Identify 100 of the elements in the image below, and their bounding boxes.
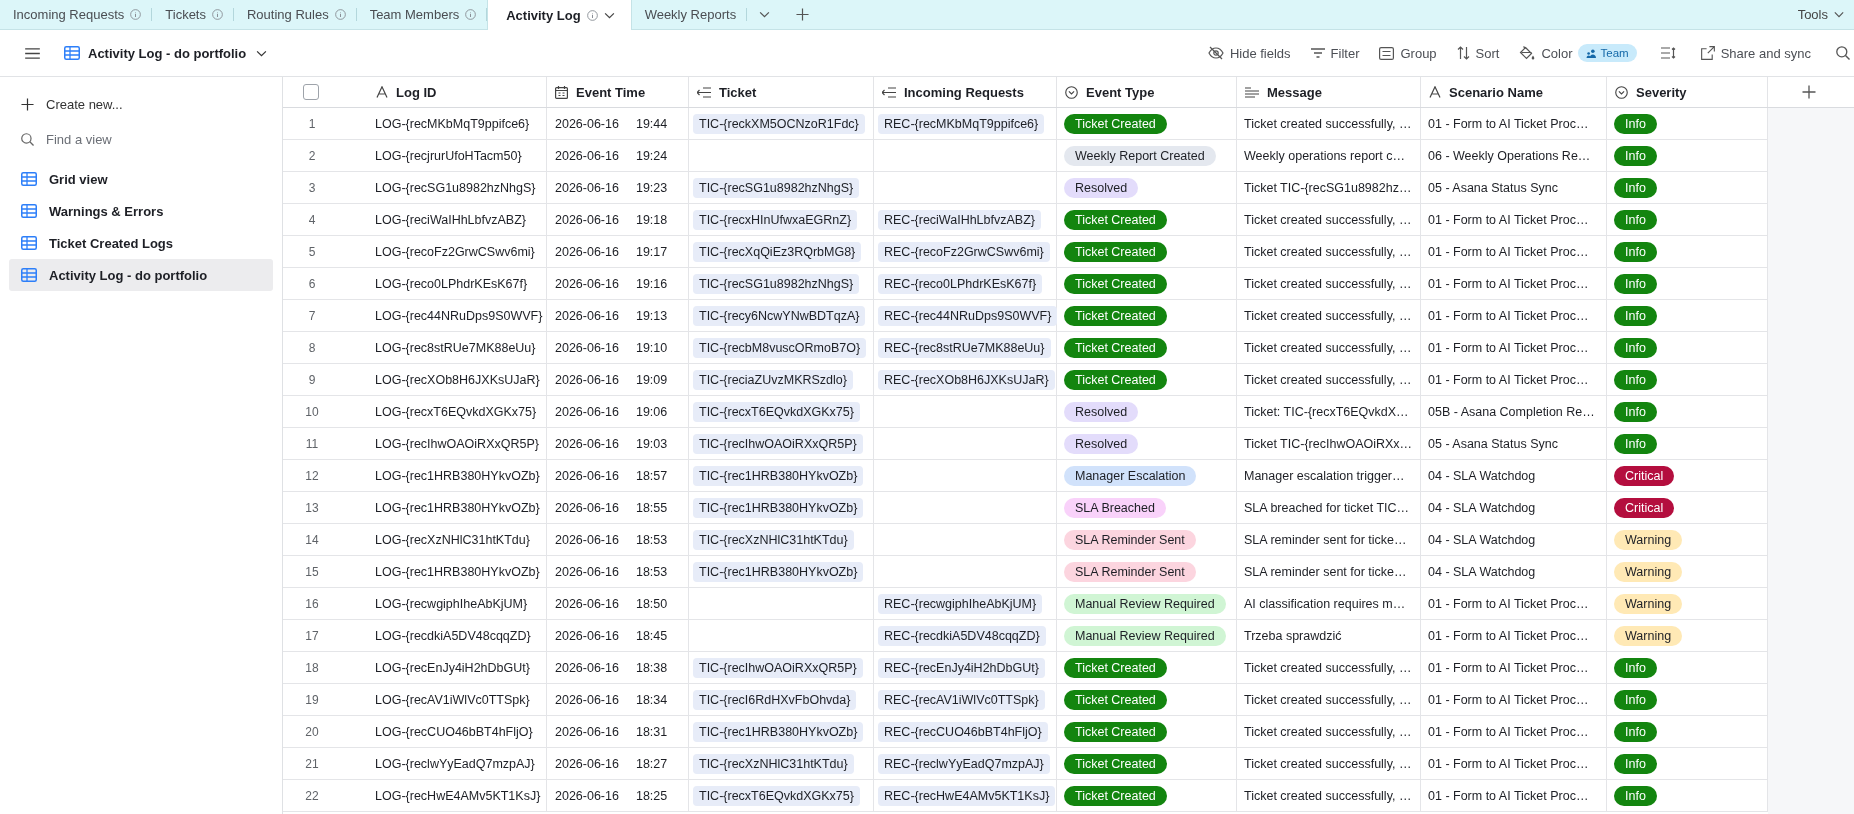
record-chip[interactable]: TIC-{recbM8vuscORmoB7O} [693,337,867,358]
view-item[interactable]: Grid view [9,163,273,195]
record-chip[interactable]: TIC-{recIhwOAOiRXxQR5P} [693,657,863,678]
record-chip[interactable]: TIC-{recxT6EQvkdXGKx75} [693,785,860,806]
toolbar-button[interactable]: Hide fields [1202,41,1296,65]
tab[interactable]: Routing Rules [234,0,357,29]
record-chip[interactable]: TIC-{recXzNHlC31htKTdu} [693,753,854,774]
column-header[interactable]: Scenario Name [1421,77,1607,107]
grid-icon [21,172,37,186]
record-chip[interactable]: REC-{reciWaIHhLbfvzABZ} [878,209,1041,230]
table-cell: Ticket created successfully, … [1237,364,1421,395]
plus-icon[interactable] [796,8,810,21]
toolbar-button[interactable]: Color [1514,41,1578,65]
row-number: 12 [305,468,319,483]
status-tag: Ticket Created [1064,721,1167,742]
record-chip[interactable]: TIC-{recXqQiEz3RQrbMG8} [693,241,862,262]
record-chip[interactable]: TIC-{recIhwOAOiRXxQR5P} [693,433,863,454]
tab[interactable]: Incoming Requests [0,0,153,29]
record-chip[interactable]: TIC-{rec1HRB380HYkvOZb} [693,497,864,518]
toolbar-button[interactable]: Filter [1305,41,1365,65]
table-cell: 01 - Form to AI Ticket Proc… [1421,588,1607,619]
record-chip[interactable]: REC-{recHwE4AMv5KT1KsJ} [878,785,1056,806]
event-date: 2026-06-16 [555,148,619,163]
record-chip[interactable]: REC-{rec8stRUe7MK88eUu} [878,337,1051,358]
row-number: 10 [305,404,319,419]
table-cell: LOG-{recwgiphIheAbKjUM} [360,588,547,619]
menu-icon[interactable] [25,47,40,59]
column-header[interactable]: Severity [1607,77,1768,107]
status-tag: Ticket Created [1064,241,1167,262]
record-chip[interactable]: TIC-{rec1HRB380HYkvOZb} [693,721,864,742]
view-item[interactable]: Activity Log - do portfolio [9,259,273,291]
column-header[interactable]: Incoming Requests [874,77,1057,107]
tab[interactable]: Activity Log [487,0,632,30]
record-chip[interactable]: REC-{recwgiphIheAbKjUM} [878,593,1043,614]
view-item[interactable]: Ticket Created Logs [9,227,273,259]
column-header[interactable]: Event Time [547,77,689,107]
record-chip[interactable]: REC-{recMKbMqT9ppifce6} [878,113,1045,134]
record-chip[interactable]: REC-{reco0LPhdrKEsK67f} [878,273,1043,294]
record-chip[interactable]: TIC-{recSG1u8982hzNhgS} [693,273,860,294]
record-chip[interactable]: TIC-{recI6RdHXvFbOhvda} [693,689,857,710]
event-time: 18:34 [635,692,668,707]
record-chip[interactable]: REC-{recEnJy4iH2hDbGUt} [878,657,1045,678]
select-all-checkbox[interactable] [303,84,319,100]
status-tag: Info [1614,753,1657,774]
tab[interactable]: Tickets [152,0,234,29]
status-tag: Ticket Created [1064,337,1167,358]
view-switcher[interactable]: Activity Log - do portfolio [62,41,270,65]
column-header[interactable]: Event Type [1057,77,1237,107]
row-number: 21 [305,756,319,771]
toolbar-button[interactable]: Sort [1451,41,1505,65]
event-time: 18:27 [635,756,668,771]
tab[interactable]: Team Members [356,0,488,29]
event-date: 2026-06-16 [555,724,619,739]
record-chip[interactable]: TIC-{recy6NcwYNwBDTqzA} [693,305,866,326]
event-date: 2026-06-16 [555,596,619,611]
plus-icon[interactable] [1802,85,1816,99]
record-chip[interactable]: REC-{recXOb8H6JXKsUJaR} [878,369,1055,390]
record-chip[interactable]: REC-{recCUO46bBT4hFljO} [878,721,1048,742]
row-number: 8 [308,340,316,355]
view-item[interactable]: Warnings & Errors [9,195,273,227]
record-chip[interactable]: TIC-{recxHInUfwxaEGRnZ} [693,209,858,230]
record-chip[interactable]: TIC-{recxT6EQvkdXGKx75} [693,401,860,422]
table-cell: 06 - Weekly Operations Re… [1421,140,1607,171]
record-chip[interactable]: TIC-{reckXM5OCNzoR1Fdc} [693,113,865,134]
record-chip[interactable]: REC-{recoFz2GrwCSwv6mi} [878,241,1050,262]
column-header[interactable]: Log ID [360,77,547,107]
share-button[interactable]: Share and sync [1695,41,1816,65]
toolbar-button[interactable]: Group [1374,41,1442,65]
view-search-field[interactable]: Find a view [46,129,246,149]
caret-icon[interactable] [759,11,771,18]
grid-icon [64,46,80,60]
table-cell: Ticket created successfully, … [1237,652,1421,683]
table-cell: AI classification requires m… [1237,588,1421,619]
tab[interactable]: Weekly Reports [631,0,748,29]
record-chip[interactable]: REC-{rec44NRuDps9S0WVF} [878,305,1058,326]
search-icon[interactable] [1836,46,1850,60]
event-time: 18:50 [635,596,668,611]
record-chip[interactable]: REC-{reclwYyEadQ7mzpAJ} [878,753,1050,774]
letter-a-icon [1429,86,1441,98]
row-height-icon[interactable] [1660,47,1676,59]
status-tag: Info [1614,273,1657,294]
event-date: 2026-06-16 [555,468,619,483]
tools-menu-button[interactable]: Tools [1787,0,1854,29]
record-chip[interactable]: REC-{recAV1iWlVc0TTSpk} [878,689,1045,710]
column-header[interactable]: Ticket [689,77,874,107]
record-chip[interactable]: REC-{recdkiA5DV48cqqZD} [878,625,1046,646]
record-chip[interactable]: TIC-{rec1HRB380HYkvOZb} [693,561,864,582]
color-field-chip[interactable]: Team [1577,44,1637,62]
table-cell: Weekly operations report c… [1237,140,1421,171]
status-tag: Ticket Created [1064,209,1167,230]
record-chip[interactable]: TIC-{rec1HRB380HYkvOZb} [693,465,864,486]
create-view-button[interactable]: Create new... [9,87,273,121]
table-cell: 04 - SLA Watchdog [1421,492,1607,523]
row-number: 1 [308,116,316,131]
record-chip[interactable]: TIC-{reciaZUvzMKRSzdlo} [693,369,853,390]
record-chip[interactable]: TIC-{recXzNHlC31htKTdu} [693,529,854,550]
record-chip[interactable]: TIC-{recSG1u8982hzNhgS} [693,177,860,198]
column-header[interactable]: Message [1237,77,1421,107]
row-number: 20 [305,724,319,739]
table-cell: LOG-{reciWaIHhLbfvzABZ} [360,204,547,235]
